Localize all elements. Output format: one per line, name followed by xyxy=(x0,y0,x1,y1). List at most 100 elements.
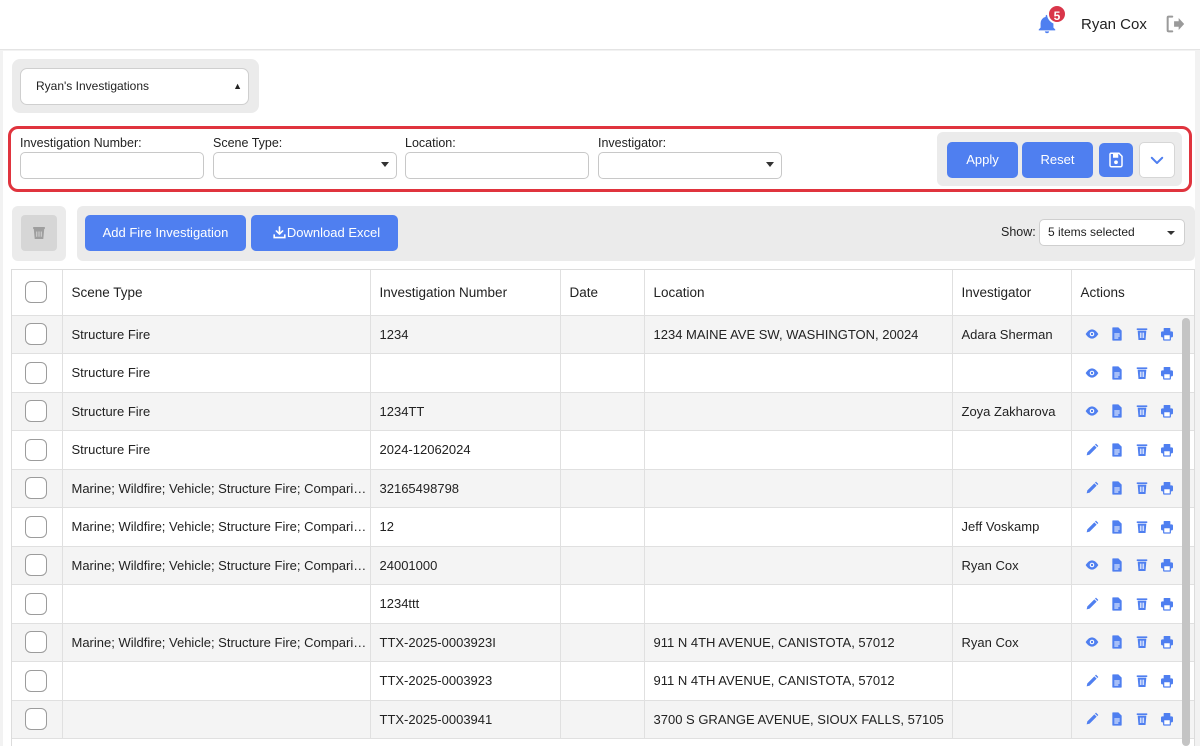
eye-icon[interactable] xyxy=(1084,557,1100,573)
table-row[interactable]: 1234ttt xyxy=(12,584,1194,624)
table-row[interactable]: Marine; Wildfire; Vehicle; Structure Fir… xyxy=(12,623,1194,662)
logout-icon[interactable] xyxy=(1163,13,1187,35)
column-header-investigation-number[interactable]: Investigation Number xyxy=(370,270,561,316)
document-icon[interactable] xyxy=(1109,634,1125,650)
row-checkbox[interactable] xyxy=(25,631,47,654)
trash-icon[interactable] xyxy=(1134,403,1150,419)
save-filter-button[interactable] xyxy=(1099,143,1133,177)
row-checkbox[interactable] xyxy=(25,477,47,500)
location-cell xyxy=(644,392,953,431)
print-icon[interactable] xyxy=(1159,557,1175,573)
table-row[interactable]: TTX-2025-0003941 3700 S GRANGE AVENUE, SI… xyxy=(12,700,1194,739)
eye-icon[interactable] xyxy=(1084,365,1100,381)
pencil-icon[interactable] xyxy=(1084,596,1100,612)
location-input[interactable] xyxy=(405,152,589,179)
print-icon[interactable] xyxy=(1159,365,1175,381)
reset-button[interactable]: Reset xyxy=(1022,142,1093,178)
print-icon[interactable] xyxy=(1159,442,1175,458)
column-header-location[interactable]: Location xyxy=(644,270,953,316)
pencil-icon[interactable] xyxy=(1084,442,1100,458)
document-icon[interactable] xyxy=(1109,442,1125,458)
row-checkbox[interactable] xyxy=(25,361,47,384)
bulk-delete-button[interactable] xyxy=(21,215,57,251)
column-header-scene-type[interactable]: Scene Type xyxy=(62,270,371,316)
document-icon[interactable] xyxy=(1109,403,1125,419)
document-icon[interactable] xyxy=(1109,365,1125,381)
actions-cell xyxy=(1071,469,1194,508)
trash-icon[interactable] xyxy=(1134,557,1150,573)
row-checkbox[interactable] xyxy=(25,708,47,731)
print-icon[interactable] xyxy=(1159,673,1175,689)
pencil-icon[interactable] xyxy=(1084,519,1100,535)
table-row[interactable]: Structure Fire xyxy=(12,353,1194,393)
row-checkbox[interactable] xyxy=(25,400,47,423)
pencil-icon[interactable] xyxy=(1084,711,1100,727)
saved-view-select[interactable]: Ryan's Investigations ▲ xyxy=(20,68,249,105)
columns-select[interactable]: 5 items selected xyxy=(1039,219,1185,246)
document-icon[interactable] xyxy=(1109,711,1125,727)
document-icon[interactable] xyxy=(1109,596,1125,612)
table-header-row: Scene Type Investigation Number Date Loc… xyxy=(12,270,1194,316)
print-icon[interactable] xyxy=(1159,326,1175,342)
expand-filters-button[interactable] xyxy=(1139,142,1175,178)
document-icon[interactable] xyxy=(1109,480,1125,496)
caret-down-icon xyxy=(381,162,389,167)
row-select-cell xyxy=(12,392,63,431)
row-checkbox[interactable] xyxy=(25,554,47,577)
download-excel-button[interactable]: Download Excel xyxy=(251,215,398,251)
trash-icon[interactable] xyxy=(1134,519,1150,535)
table-row[interactable]: Marine; Wildfire; Vehicle; Structure Fir… xyxy=(12,469,1194,508)
row-checkbox[interactable] xyxy=(25,515,47,538)
eye-icon[interactable] xyxy=(1084,403,1100,419)
eye-icon[interactable] xyxy=(1084,634,1100,650)
eye-icon[interactable] xyxy=(1084,326,1100,342)
scene-type-cell: Marine; Wildfire; Vehicle; Structure Fir… xyxy=(62,546,371,585)
table-row[interactable]: Structure Fire 1234 1234 MAINE AVE SW, WAS… xyxy=(12,315,1194,354)
row-checkbox[interactable] xyxy=(25,323,47,346)
trash-icon[interactable] xyxy=(1134,711,1150,727)
print-icon[interactable] xyxy=(1159,480,1175,496)
row-checkbox[interactable] xyxy=(25,669,47,692)
row-checkbox[interactable] xyxy=(25,592,47,615)
select-all-checkbox[interactable] xyxy=(25,281,47,304)
print-icon[interactable] xyxy=(1159,519,1175,535)
trash-icon[interactable] xyxy=(1134,596,1150,612)
user-name[interactable]: Ryan Cox xyxy=(1081,16,1147,33)
trash-icon[interactable] xyxy=(1134,326,1150,342)
scene-type-select[interactable] xyxy=(213,152,397,179)
row-checkbox[interactable] xyxy=(25,438,47,461)
document-icon[interactable] xyxy=(1109,557,1125,573)
table-row[interactable]: Structure Fire 1234TT Zoya Zakharova xyxy=(12,392,1194,431)
pencil-icon[interactable] xyxy=(1084,673,1100,689)
apply-button[interactable]: Apply xyxy=(947,142,1018,178)
trash-icon[interactable] xyxy=(1134,634,1150,650)
table-row[interactable]: Marine; Wildfire; Vehicle; Structure Fir… xyxy=(12,507,1194,547)
date-cell xyxy=(560,430,645,470)
print-icon[interactable] xyxy=(1159,403,1175,419)
table-row[interactable]: Structure Fire 2024-12062024 xyxy=(12,430,1194,470)
table-scrollbar[interactable] xyxy=(1182,318,1190,746)
investigator-select[interactable] xyxy=(598,152,782,179)
document-icon[interactable] xyxy=(1109,326,1125,342)
location-cell: 911 N 4TH AVENUE, CANISTOTA, 57012 xyxy=(644,661,953,701)
print-icon[interactable] xyxy=(1159,634,1175,650)
column-header-investigator[interactable]: Investigator xyxy=(952,270,1072,316)
scene-type-cell: Marine; Wildfire; Vehicle; Structure Fir… xyxy=(62,623,371,662)
document-icon[interactable] xyxy=(1109,519,1125,535)
column-header-date[interactable]: Date xyxy=(560,270,645,316)
trash-icon[interactable] xyxy=(1134,442,1150,458)
trash-icon[interactable] xyxy=(1134,480,1150,496)
add-fire-investigation-button[interactable]: Add Fire Investigation xyxy=(85,215,246,251)
investigation-number-cell: TTX-2025-0003923 xyxy=(370,661,561,701)
print-icon[interactable] xyxy=(1159,596,1175,612)
location-cell: 3700 S GRANGE AVENUE, SIOUX FALLS, 57105 xyxy=(644,700,953,739)
document-icon[interactable] xyxy=(1109,673,1125,689)
pencil-icon[interactable] xyxy=(1084,480,1100,496)
trash-icon[interactable] xyxy=(1134,673,1150,689)
table-row[interactable]: Marine; Wildfire; Vehicle; Structure Fir… xyxy=(12,546,1194,585)
print-icon[interactable] xyxy=(1159,711,1175,727)
scene-type-cell xyxy=(62,661,371,701)
table-row[interactable]: TTX-2025-0003923 911 N 4TH AVENUE, CANIST… xyxy=(12,661,1194,701)
trash-icon[interactable] xyxy=(1134,365,1150,381)
investigation-number-input[interactable] xyxy=(20,152,204,179)
